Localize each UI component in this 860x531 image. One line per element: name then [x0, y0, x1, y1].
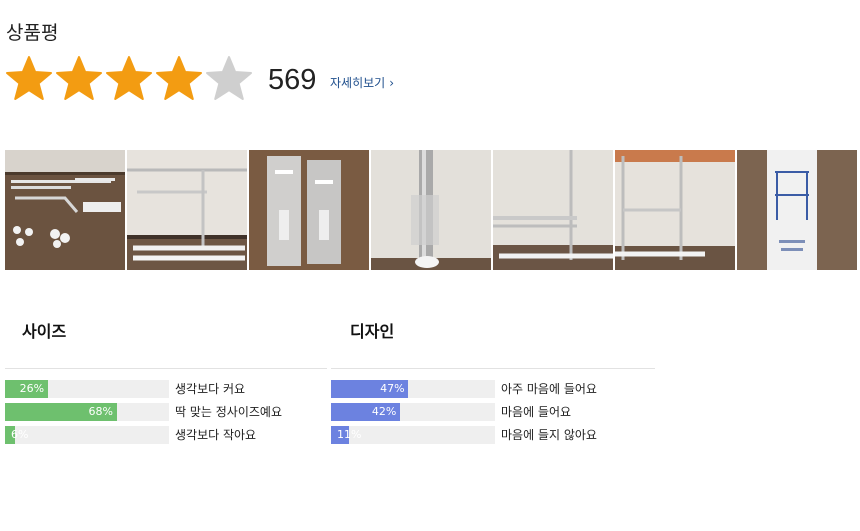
- poll-option-label: 생각보다 작아요: [175, 428, 257, 442]
- poll-bar-track: 11%: [331, 426, 495, 444]
- star-icon-2: [54, 55, 104, 103]
- review-photo-strip: [5, 150, 860, 270]
- size-row-smaller: 6% 생각보다 작아요: [5, 426, 256, 444]
- star-icon-3: [104, 55, 154, 103]
- design-row-love: 47% 아주 마음에 들어요: [331, 380, 597, 398]
- poll-option-label: 마음에 들지 않아요: [501, 428, 597, 442]
- size-section-heading: 사이즈: [22, 322, 67, 341]
- view-details-link[interactable]: 자세히보기 ›: [330, 74, 394, 91]
- review-section-title: 상품평: [6, 22, 59, 44]
- design-row-like: 42% 마음에 들어요: [331, 403, 571, 421]
- poll-bar-track: 47%: [331, 380, 495, 398]
- poll-bar-track: 6%: [5, 426, 169, 444]
- star-icon-4: [154, 55, 204, 103]
- review-photo-7[interactable]: [737, 150, 857, 270]
- star-icon-1: [4, 55, 54, 103]
- poll-bar-track: 68%: [5, 403, 169, 421]
- review-photo-5[interactable]: [493, 150, 613, 270]
- review-photo-1[interactable]: [5, 150, 125, 270]
- poll-percent: 42%: [371, 405, 397, 418]
- view-details-label: 자세히보기: [330, 76, 386, 90]
- design-row-dislike: 11% 마음에 들지 않아요: [331, 426, 597, 444]
- poll-percent: 68%: [88, 405, 113, 418]
- review-photo-6[interactable]: [615, 150, 735, 270]
- poll-percent: 11%: [337, 428, 362, 441]
- poll-percent: 26%: [19, 382, 45, 395]
- star-rating: [4, 55, 254, 103]
- review-photo-3[interactable]: [249, 150, 369, 270]
- size-row-bigger: 26% 생각보다 커요: [5, 380, 245, 398]
- poll-bar-track: 26%: [5, 380, 169, 398]
- poll-percent: 6%: [11, 428, 29, 441]
- review-count: 569: [268, 64, 317, 96]
- review-photo-2[interactable]: [127, 150, 247, 270]
- size-divider: [5, 368, 327, 369]
- poll-bar-track: 42%: [331, 403, 495, 421]
- poll-option-label: 마음에 들어요: [501, 405, 572, 419]
- chevron-right-icon: ›: [389, 75, 395, 90]
- star-icon-5: [204, 55, 254, 103]
- design-section-heading: 디자인: [350, 322, 395, 341]
- poll-option-label: 딱 맞는 정사이즈예요: [175, 405, 282, 419]
- review-photo-4[interactable]: [371, 150, 491, 270]
- poll-percent: 47%: [380, 382, 405, 395]
- poll-option-label: 아주 마음에 들어요: [501, 382, 597, 396]
- design-divider: [331, 368, 655, 369]
- size-row-fits: 68% 딱 맞는 정사이즈예요: [5, 403, 282, 421]
- poll-option-label: 생각보다 커요: [175, 382, 246, 396]
